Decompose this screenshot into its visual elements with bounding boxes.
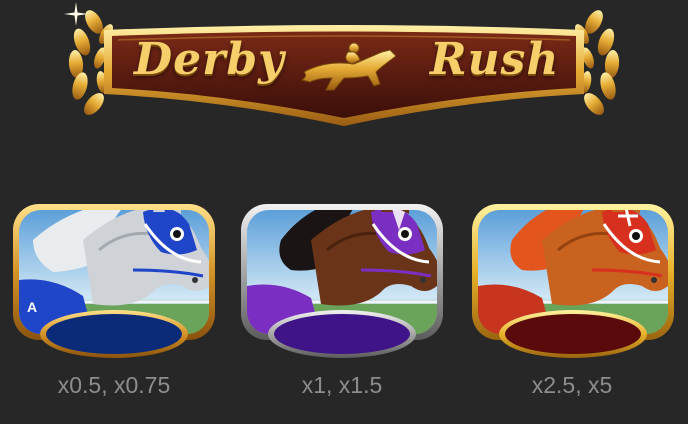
horse-portrait-grey: A — [13, 204, 215, 358]
multiplier-label-2: x1, x1.5 — [301, 372, 383, 398]
sparkle-icon — [64, 2, 88, 26]
logo-word-derby: Derby — [134, 34, 285, 85]
game-logo: Derby Rush — [64, 2, 624, 132]
horse-card-1[interactable]: A — [13, 200, 215, 360]
jockey-horse-icon — [300, 42, 397, 91]
horse-portrait-chestnut — [472, 204, 674, 358]
horse-card-3[interactable] — [472, 200, 674, 360]
horse-card-2[interactable] — [241, 200, 443, 360]
multiplier-label-3: x2.5, x5 — [531, 372, 613, 398]
horse-portrait-bay — [241, 204, 443, 358]
multiplier-label-1: x0.5, x0.75 — [57, 372, 171, 398]
logo-word-rush: Rush — [430, 34, 560, 85]
svg-text:A: A — [27, 299, 37, 315]
